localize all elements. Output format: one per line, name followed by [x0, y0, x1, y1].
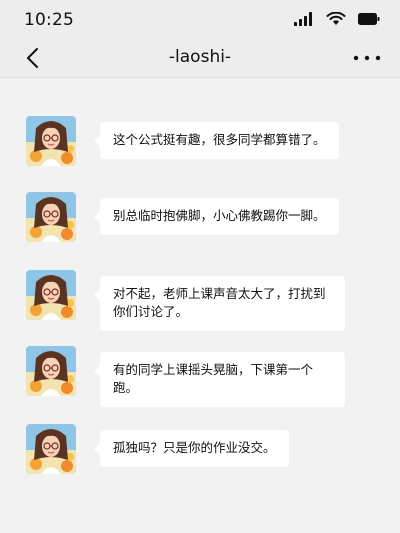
chat-message: 孤独吗？只是你的作业没交。	[26, 424, 289, 474]
status-time: 10:25	[24, 10, 74, 30]
chat-message: 这个公式挺有趣，很多同学都算错了。	[26, 116, 339, 166]
signal-icon	[294, 12, 312, 26]
page-title: -laoshi-	[168, 47, 232, 67]
avatar[interactable]	[26, 116, 76, 166]
avatar[interactable]	[26, 346, 76, 396]
wifi-icon	[326, 12, 346, 25]
message-bubble[interactable]: 别总临时抱佛脚，小心佛教踢你一脚。	[94, 198, 339, 235]
message-bubble[interactable]: 有的同学上课摇头晃脑，下课第一个跑。	[94, 352, 345, 407]
battery-icon	[358, 13, 380, 25]
chat-message: 有的同学上课摇头晃脑，下课第一个跑。	[26, 346, 345, 407]
avatar[interactable]	[26, 424, 76, 474]
message-bubble[interactable]: 孤独吗？只是你的作业没交。	[94, 430, 289, 467]
avatar[interactable]	[26, 192, 76, 242]
chat-message: 对不起，老师上课声音太大了，打扰到你们讨论了。	[26, 270, 345, 331]
more-horizontal-icon[interactable]	[352, 50, 382, 66]
nav-bar: -laoshi-	[0, 40, 400, 78]
message-bubble[interactable]: 这个公式挺有趣，很多同学都算错了。	[94, 122, 339, 159]
chat-message: 别总临时抱佛脚，小心佛教踢你一脚。	[26, 192, 339, 242]
avatar[interactable]	[26, 270, 76, 320]
status-bar: 10:25	[0, 0, 400, 40]
message-bubble[interactable]: 对不起，老师上课声音太大了，打扰到你们讨论了。	[94, 276, 345, 331]
chat-list[interactable]: 这个公式挺有趣，很多同学都算错了。 别总临时抱佛脚，小心佛教踢你一脚。 对不起，…	[0, 78, 400, 533]
status-icons	[294, 12, 380, 26]
